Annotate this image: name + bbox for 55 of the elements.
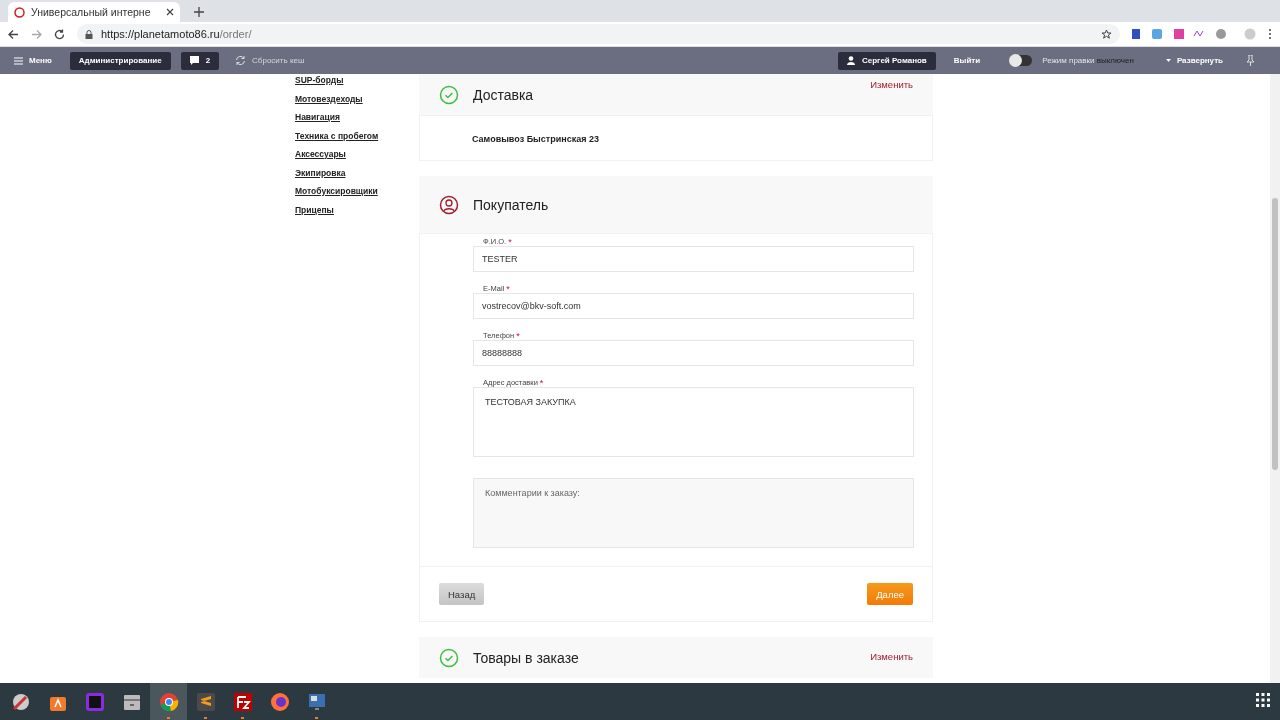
browser-tab[interactable]: Универсальный интерне [8,2,180,22]
close-icon [166,8,174,16]
menu-icon [14,56,23,65]
input-field[interactable]: TESTER [473,246,914,272]
textarea-field[interactable]: Комментарии к заказу: [473,478,914,548]
sidebar-link[interactable]: SUP-борды [295,75,419,85]
edit-mode-toggle[interactable] [1010,55,1033,66]
profile-avatar-icon [1244,28,1256,40]
expand-button[interactable]: Развернуть [1165,56,1223,65]
tab-title: Универсальный интерне [31,6,152,18]
filezilla-icon [231,690,254,713]
textarea-field[interactable]: ТЕСТОВАЯ ЗАКУПКА [473,387,914,457]
firefox-icon [268,690,291,713]
change-link[interactable]: Изменить [870,651,913,662]
sublime-icon [194,690,217,713]
change-link[interactable]: Изменить [870,79,913,90]
scrollbar[interactable] [1270,74,1280,683]
lock-icon [85,29,93,39]
edit-mode-label: Режим правки выключен [1042,56,1134,65]
plus-icon [194,7,204,17]
user-icon [846,56,855,65]
clear-cache-button[interactable]: Сбросить кеш [235,55,305,66]
message-icon [189,56,199,65]
app-grid-icon [1256,692,1270,707]
input-field[interactable]: vostrecov@bkv-soft.com [473,293,914,319]
url-text: https://planetamoto86.ru/order/ [101,28,253,40]
back-button[interactable]: Назад [439,583,485,605]
messages-button[interactable]: 2 [180,51,220,70]
delivery-value: Самовывоз Быстринская 23 [471,133,600,146]
user-button[interactable]: Сергей Романов [837,51,936,70]
chrome-icon [157,690,180,713]
sidebar-link[interactable]: Прицепы [295,204,419,215]
forward-arrow-icon [31,28,42,40]
sidebar-link[interactable]: Мотобуксировщики [295,186,419,196]
sidebar-link[interactable]: Мотовездеходы [295,93,419,104]
input-field[interactable]: 88888888 [473,340,914,366]
sidebar-link[interactable]: Аксессуары [295,149,419,159]
address-bar[interactable]: https://planetamoto86.ru/order/ [77,24,1120,44]
reload-icon [54,28,65,40]
pin-icon [1247,55,1254,66]
sidebar-link[interactable]: Техника с пробегом [295,130,419,141]
refresh-icon [235,55,247,66]
menu-button[interactable]: Меню [14,56,52,65]
admin-button[interactable]: Администрирование [69,51,171,70]
more-icon [1268,28,1272,40]
section-title: Доставка [473,86,535,103]
sidebar-link[interactable]: Навигация [295,112,419,122]
caret-icon [1165,58,1171,63]
back-arrow-icon [8,28,19,40]
section-title: Товары в заказе [473,649,580,666]
sidebar-link[interactable]: Экипировка [295,167,419,178]
star-icon [1101,28,1112,40]
logo-icon [14,6,25,18]
logout-button[interactable]: Выйти [953,56,981,65]
section-title: Покупатель [473,196,550,213]
